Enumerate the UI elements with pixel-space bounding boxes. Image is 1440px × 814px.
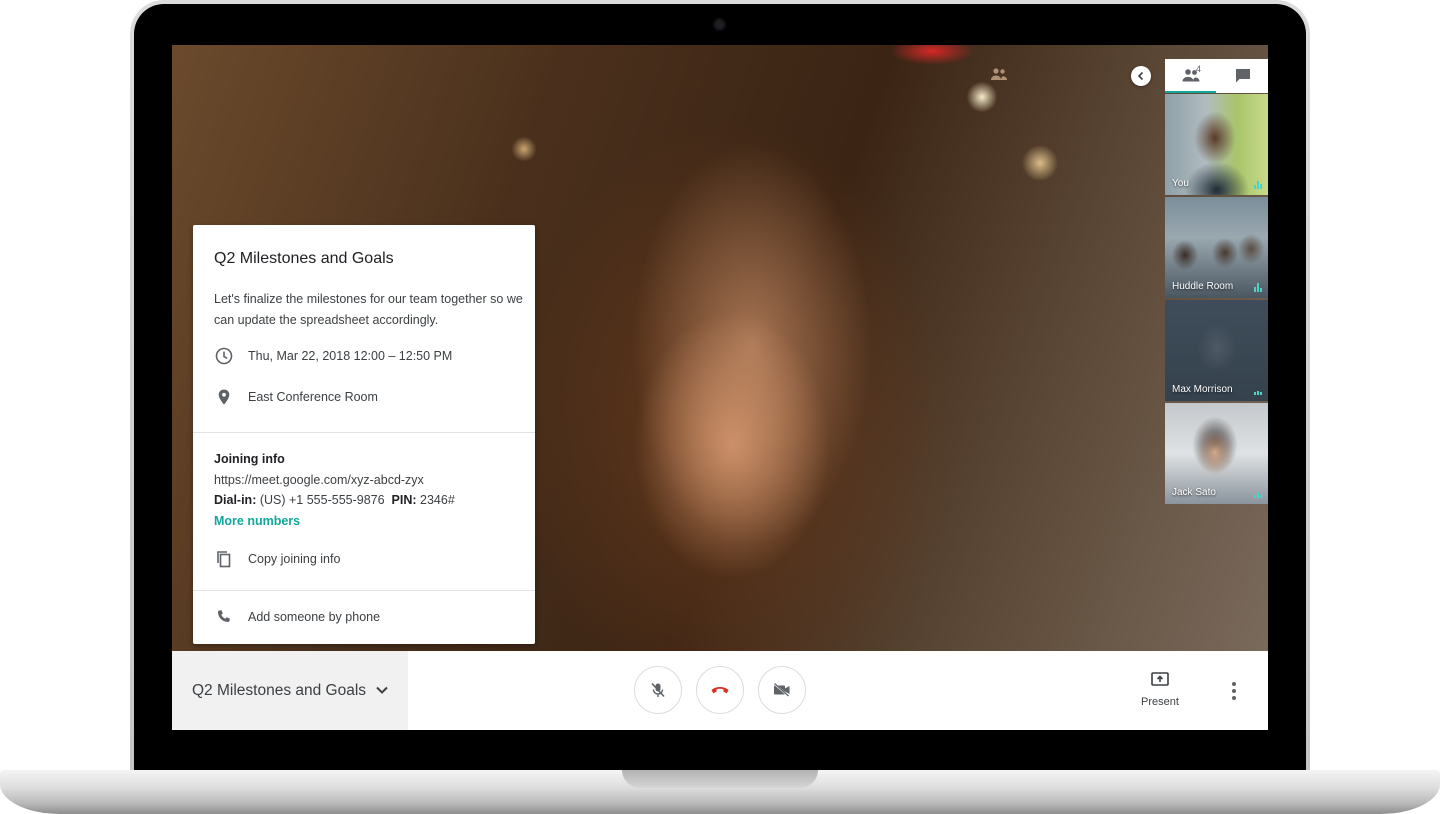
copy-joining-info-label: Copy joining info	[248, 552, 341, 566]
joining-info-heading: Joining info	[214, 452, 285, 466]
dial-in-label: Dial-in:	[214, 493, 257, 507]
more-options-button[interactable]	[1226, 677, 1242, 705]
chevron-down-icon	[376, 686, 388, 694]
tab-chat[interactable]	[1217, 59, 1268, 93]
hang-up-button[interactable]	[696, 666, 744, 714]
hang-up-icon	[711, 687, 729, 694]
copy-joining-info-button[interactable]: Copy joining info	[214, 548, 340, 570]
participant-count-badge: 4	[1196, 64, 1202, 74]
present-screen-icon	[1151, 672, 1169, 686]
participant-tile-max-morrison[interactable]: Max Morrison	[1165, 300, 1268, 401]
meeting-details-card: Q2 Milestones and Goals Let's finalize t…	[193, 225, 535, 644]
meeting-datetime: Thu, Mar 22, 2018 12:00 – 12:50 PM	[248, 349, 453, 363]
meeting-location: East Conference Room	[248, 390, 378, 404]
clock-icon	[214, 346, 248, 366]
more-numbers-link[interactable]: More numbers	[214, 514, 300, 528]
audio-level-icon	[1254, 283, 1262, 292]
meeting-details-toggle[interactable]: Q2 Milestones and Goals	[172, 651, 408, 730]
add-by-phone-button[interactable]: Add someone by phone	[214, 606, 380, 628]
location-pin-icon	[214, 387, 248, 407]
copy-icon	[214, 549, 248, 569]
audio-level-icon	[1254, 181, 1262, 189]
meeting-title: Q2 Milestones and Goals	[192, 681, 367, 699]
audio-level-icon	[1254, 492, 1262, 498]
call-controls-bar: Q2 Milestones and Goals Present	[172, 651, 1268, 730]
card-divider	[193, 432, 535, 433]
camera-toggle-button[interactable]	[758, 666, 806, 714]
meeting-link[interactable]: https://meet.google.com/xyz-abcd-zyx	[214, 473, 424, 487]
camera-off-icon	[773, 682, 790, 698]
dial-in-number: (US) +1 555-555-9876	[259, 493, 385, 507]
meeting-location-row: East Conference Room	[214, 386, 378, 408]
chat-icon	[1235, 69, 1250, 83]
card-divider	[193, 590, 535, 591]
participant-tile-jack-sato[interactable]: Jack Sato	[1165, 403, 1268, 504]
laptop-notch	[622, 770, 818, 788]
participant-name: Max Morrison	[1172, 384, 1233, 395]
card-title: Q2 Milestones and Goals	[214, 250, 394, 267]
tab-people[interactable]: 4	[1165, 59, 1216, 93]
collapse-panel-button[interactable]	[1131, 66, 1151, 86]
meet-screen: Q2 Milestones and Goals Let's finalize t…	[172, 45, 1268, 730]
more-vert-icon	[1232, 682, 1236, 700]
participant-name: Jack Sato	[1172, 487, 1216, 498]
mute-mic-button[interactable]	[634, 666, 682, 714]
main-speaker	[602, 45, 902, 651]
add-by-phone-label: Add someone by phone	[248, 610, 381, 624]
present-label: Present	[1141, 696, 1179, 708]
participant-name: You	[1172, 178, 1189, 189]
webcam	[715, 20, 724, 29]
participant-name: Huddle Room	[1172, 281, 1234, 292]
participant-tile-you[interactable]: You	[1165, 94, 1268, 195]
dial-in-info: Dial-in: (US) +1 555-555-9876 PIN: 2346#	[214, 493, 455, 507]
pin-value: 2346#	[420, 493, 455, 507]
pin-label: PIN:	[391, 493, 417, 507]
mic-off-icon	[651, 682, 665, 698]
chevron-left-icon	[1137, 71, 1144, 81]
participants-overlay-icon	[990, 67, 1008, 84]
participant-tile-huddle-room[interactable]: Huddle Room	[1165, 197, 1268, 298]
meeting-time-row: Thu, Mar 22, 2018 12:00 – 12:50 PM	[214, 345, 452, 367]
present-screen-button[interactable]: Present	[1130, 671, 1190, 717]
meeting-description: Let's finalize the milestones for our te…	[214, 292, 523, 327]
phone-icon	[214, 607, 248, 627]
audio-level-icon	[1254, 391, 1262, 395]
side-panel-tabs: 4	[1165, 59, 1268, 93]
